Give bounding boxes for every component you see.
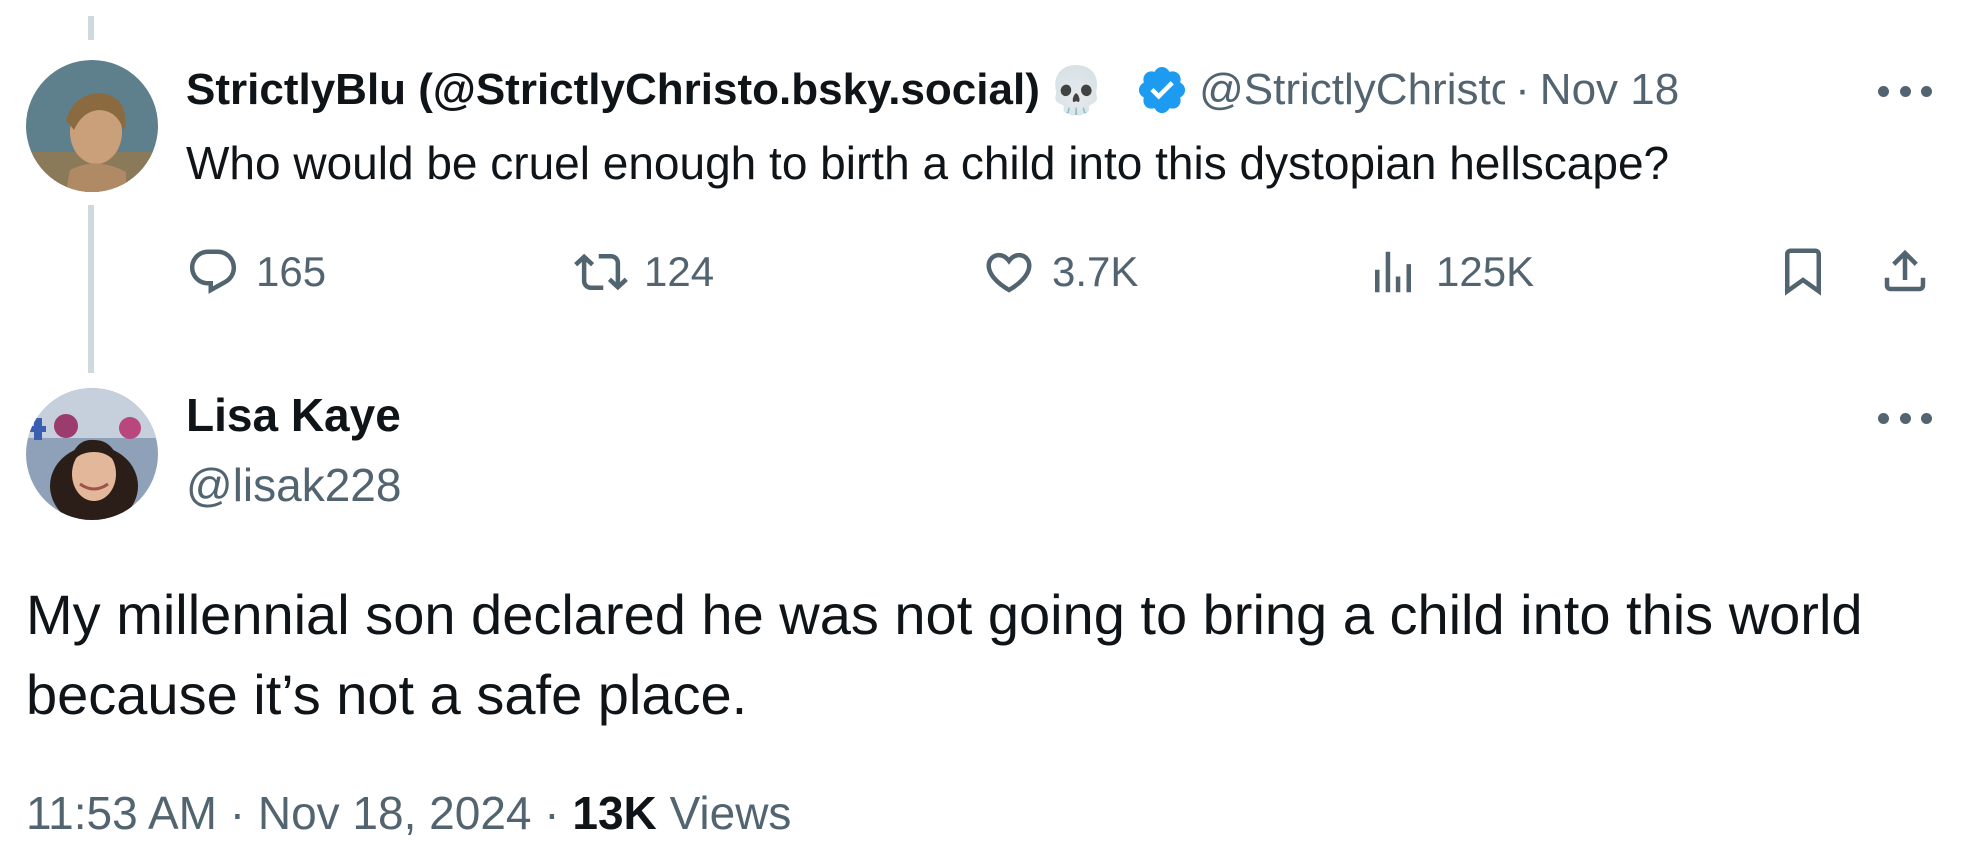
reply-count: 165: [256, 248, 327, 295]
main-display-name[interactable]: Lisa Kaye: [186, 388, 401, 442]
parent-tweet-header: StrictlyBlu (@StrictlyChristo.bsky.socia…: [186, 60, 1679, 120]
avatar-lisa-kaye[interactable]: [26, 388, 158, 520]
parent-display-name[interactable]: StrictlyBlu (@StrictlyChristo.bsky.socia…: [186, 65, 1040, 115]
repost-icon: [574, 253, 628, 291]
more-icon[interactable]: [1878, 408, 1932, 428]
like-icon: [986, 252, 1032, 293]
repost-button[interactable]: 124: [574, 244, 714, 300]
parent-handle[interactable]: @StrictlyChristo: [1199, 65, 1505, 115]
separator-dot: ·: [544, 787, 560, 839]
tweet-date[interactable]: Nov 18, 2024: [258, 787, 532, 839]
main-tweet-text: My millennial son declared he was not go…: [26, 583, 1863, 726]
like-button[interactable]: 3.7K: [982, 244, 1138, 300]
verified-badge-icon: [1135, 63, 1189, 117]
parent-date[interactable]: Nov 18: [1540, 65, 1679, 115]
share-icon: [1884, 249, 1926, 292]
bookmark-button[interactable]: [1776, 244, 1830, 300]
views-button[interactable]: 125K: [1366, 244, 1534, 300]
reply-button[interactable]: 165: [186, 244, 326, 300]
thread-line-top: [88, 16, 94, 40]
share-button[interactable]: [1878, 244, 1932, 300]
main-handle[interactable]: @lisak228: [186, 458, 401, 512]
avatar-strictlyblu[interactable]: [26, 60, 158, 192]
views-count: 125K: [1436, 248, 1535, 295]
separator-dot: ·: [1515, 65, 1530, 114]
like-count: 3.7K: [1052, 248, 1139, 295]
tweet-views-count[interactable]: 13K: [572, 787, 656, 839]
separator-dot: ·: [229, 787, 246, 839]
tweet-time[interactable]: 11:53 AM: [26, 787, 217, 839]
parent-tweet-text: Who would be cruel enough to birth a chi…: [186, 137, 1670, 189]
thread-line: [88, 205, 94, 373]
more-icon[interactable]: [1878, 81, 1932, 101]
reply-icon: [189, 249, 237, 294]
bookmark-icon: [1785, 248, 1821, 296]
skull-emoji: 💀: [1047, 64, 1106, 116]
repost-count: 124: [644, 248, 715, 295]
tweet-meta: 11:53 AM · Nov 18, 2024 · 13K Views: [26, 786, 791, 840]
views-icon: [1375, 251, 1411, 293]
tweet-views-label: Views: [669, 787, 792, 839]
